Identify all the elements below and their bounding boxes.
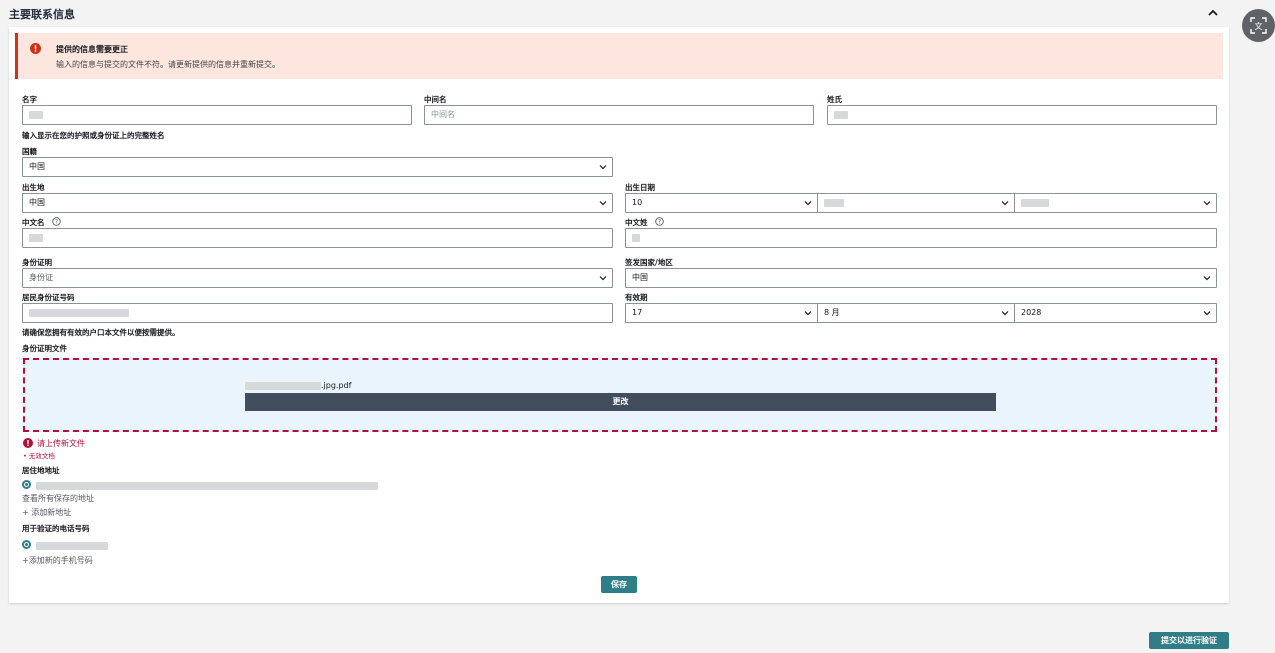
alert-title: 提供的信息需要更正 bbox=[56, 45, 128, 54]
save-button[interactable]: 保存 bbox=[601, 576, 637, 593]
issuing-country-select[interactable]: 中国 bbox=[625, 268, 1217, 288]
change-file-button[interactable]: 更改 bbox=[245, 393, 996, 411]
upload-error-text: 请上传新文件 bbox=[37, 439, 85, 448]
birthdate-year-select[interactable] bbox=[1014, 193, 1217, 213]
middle-name-input[interactable]: 中间名 bbox=[424, 105, 814, 125]
contact-info-card: 提供的信息需要更正 输入的信息与提交的文件不符。请更新提供的信息并重新提交。 名… bbox=[9, 27, 1229, 603]
redacted-value bbox=[245, 381, 321, 390]
name-hint: 输入显示在您的护照或身份证上的完整姓名 bbox=[22, 131, 165, 140]
middle-name-label: 中间名 bbox=[424, 95, 447, 104]
svg-text:?: ? bbox=[658, 219, 661, 226]
upload-error-detail: • 无效文档 bbox=[23, 452, 55, 460]
chinese-given-name-input[interactable] bbox=[22, 228, 613, 248]
id-proof-label: 身份证明 bbox=[22, 258, 52, 267]
redacted-value bbox=[632, 233, 640, 242]
chevron-down-icon bbox=[1001, 311, 1009, 316]
chevron-down-icon bbox=[1203, 311, 1211, 316]
chevron-down-icon bbox=[804, 201, 812, 206]
chevron-up-icon[interactable] bbox=[1206, 6, 1220, 20]
submit-for-verification-button[interactable]: 提交以进行验证 bbox=[1149, 632, 1229, 649]
address-label: 居住地地址 bbox=[22, 466, 60, 475]
hukou-hint: 请确保您拥有有效的户口本文件以便按需提供。 bbox=[22, 328, 180, 337]
expiry-year-value: 2028 bbox=[1021, 308, 1042, 317]
expiry-month-value: 8 月 bbox=[824, 308, 840, 317]
last-name-input[interactable] bbox=[827, 105, 1217, 125]
birthdate-month-select[interactable] bbox=[817, 193, 1015, 213]
birthdate-day-value: 10 bbox=[632, 198, 643, 207]
nationality-label: 国籍 bbox=[22, 147, 37, 156]
redacted-value bbox=[834, 110, 848, 119]
birthplace-label: 出生地 bbox=[22, 183, 45, 192]
phone-label: 用于验证的电话号码 bbox=[22, 524, 90, 533]
birthdate-day-select[interactable]: 10 bbox=[625, 193, 818, 213]
chevron-down-icon bbox=[804, 311, 812, 316]
expiry-month-select[interactable]: 8 月 bbox=[817, 303, 1015, 323]
id-document-dropzone[interactable]: .jpg.pdf 更改 bbox=[23, 358, 1217, 432]
first-name-label: 名字 bbox=[22, 95, 37, 104]
redacted-value bbox=[36, 541, 108, 550]
add-phone-link[interactable]: +添加新的手机号码 bbox=[22, 555, 93, 566]
chinese-given-name-label: 中文名 bbox=[22, 218, 45, 227]
svg-text:?: ? bbox=[55, 219, 58, 226]
view-saved-addresses-link[interactable]: 查看所有保存的地址 bbox=[22, 493, 94, 504]
chevron-down-icon bbox=[599, 201, 607, 206]
chevron-down-icon bbox=[599, 276, 607, 281]
nationality-select[interactable]: 中国 bbox=[22, 157, 613, 177]
expiry-day-value: 17 bbox=[632, 308, 643, 317]
first-name-input[interactable] bbox=[22, 105, 412, 125]
id-proof-value: 身份证 bbox=[29, 273, 53, 282]
add-address-link[interactable]: + 添加新地址 bbox=[22, 507, 71, 518]
nationality-value: 中国 bbox=[29, 162, 45, 171]
redacted-value bbox=[29, 308, 129, 317]
uploaded-file-name: .jpg.pdf bbox=[245, 381, 351, 390]
phone-radio[interactable] bbox=[22, 540, 31, 549]
chevron-down-icon bbox=[1203, 276, 1211, 281]
section-header: 主要联系信息 bbox=[0, 0, 1230, 28]
redacted-value bbox=[824, 198, 844, 207]
expiry-day-select[interactable]: 17 bbox=[625, 303, 818, 323]
issuing-country-value: 中国 bbox=[632, 273, 648, 282]
address-value bbox=[36, 481, 378, 490]
correction-alert: 提供的信息需要更正 输入的信息与提交的文件不符。请更新提供的信息并重新提交。 bbox=[15, 33, 1223, 79]
expiry-label: 有效期 bbox=[625, 293, 648, 302]
chinese-surname-input[interactable] bbox=[625, 228, 1217, 248]
issuing-country-label: 签发国家/地区 bbox=[625, 258, 673, 267]
id-number-label: 居民身份证号码 bbox=[22, 293, 75, 302]
redacted-value bbox=[1021, 198, 1049, 207]
redacted-value bbox=[36, 481, 378, 490]
section-title: 主要联系信息 bbox=[9, 8, 75, 21]
birthplace-select[interactable]: 中国 bbox=[22, 193, 613, 213]
birthdate-label: 出生日期 bbox=[625, 183, 655, 192]
chinese-surname-label: 中文姓 bbox=[625, 218, 648, 227]
question-circle-icon[interactable]: ? bbox=[52, 217, 61, 226]
id-document-label: 身份证明文件 bbox=[22, 344, 67, 353]
translate-button[interactable]: 文 bbox=[1242, 9, 1275, 42]
chevron-down-icon bbox=[1203, 201, 1211, 206]
expiry-year-select[interactable]: 2028 bbox=[1014, 303, 1217, 323]
chevron-down-icon bbox=[599, 165, 607, 170]
file-suffix: .jpg.pdf bbox=[321, 381, 352, 390]
last-name-label: 姓氏 bbox=[827, 95, 842, 104]
id-number-input[interactable] bbox=[22, 303, 613, 323]
exclamation-circle-icon bbox=[23, 438, 33, 448]
alert-message: 输入的信息与提交的文件不符。请更新提供的信息并重新提交。 bbox=[56, 60, 280, 69]
translate-icon: 文 bbox=[1250, 17, 1267, 34]
redacted-value bbox=[29, 110, 43, 119]
id-proof-select[interactable]: 身份证 bbox=[22, 268, 613, 288]
address-radio[interactable] bbox=[22, 480, 31, 489]
question-circle-icon[interactable]: ? bbox=[655, 217, 664, 226]
exclamation-circle-icon bbox=[30, 43, 41, 54]
redacted-value bbox=[29, 233, 43, 242]
chevron-down-icon bbox=[1001, 201, 1009, 206]
birthplace-value: 中国 bbox=[29, 198, 45, 207]
svg-text:文: 文 bbox=[1255, 21, 1263, 31]
phone-value bbox=[36, 541, 108, 550]
